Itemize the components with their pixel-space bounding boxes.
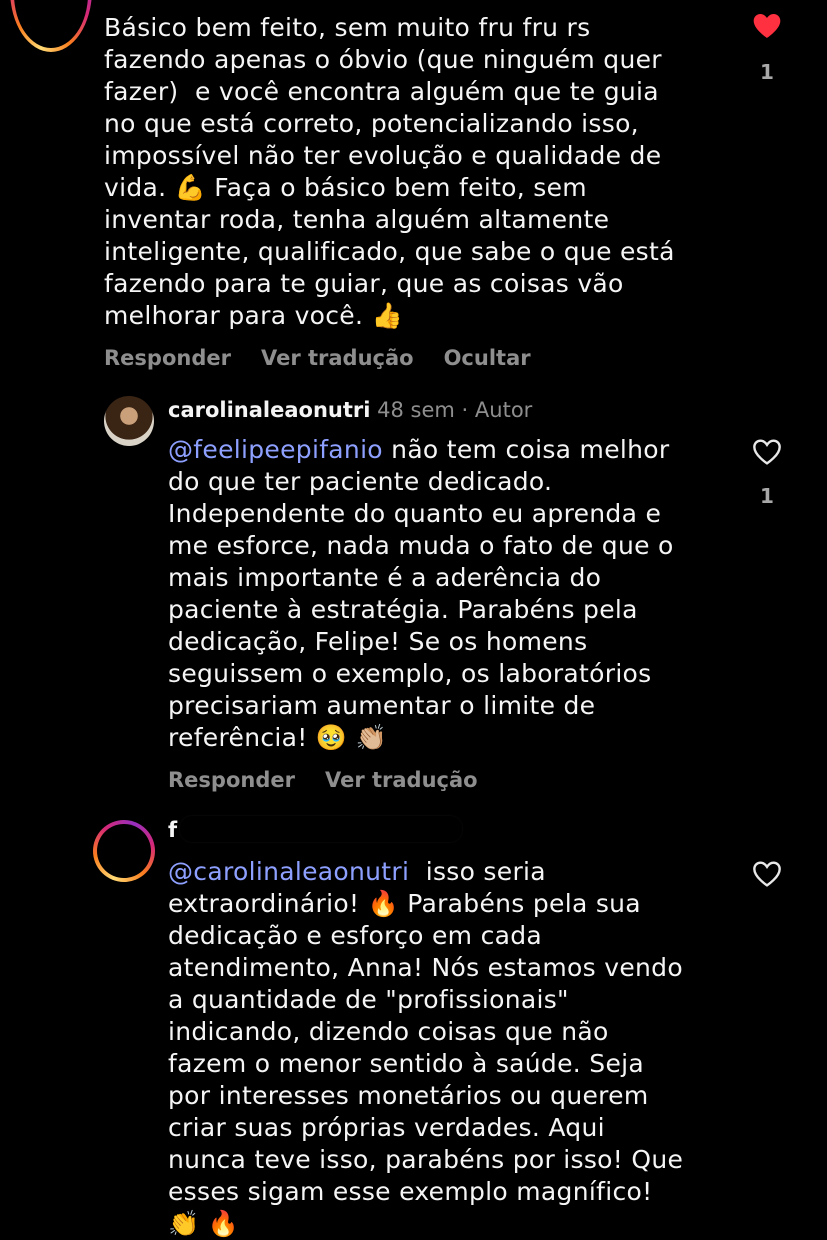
comment-2-text: @feelipeepifanio não tem coisa melhor do… [168, 434, 728, 754]
translate-button[interactable]: Ver tradução [261, 346, 414, 370]
redaction-bar [180, 816, 462, 842]
author-badge: Autor [474, 398, 533, 422]
comment-2-like-count: 1 [760, 484, 774, 508]
heart-outline-icon[interactable] [750, 436, 784, 468]
comment-2-mention[interactable]: @feelipeepifanio [168, 435, 383, 464]
comment-3-avatar[interactable] [93, 820, 155, 882]
comment-1-like-count: 1 [760, 60, 774, 84]
comment-1-avatar[interactable] [10, 0, 92, 52]
hide-button[interactable]: Ocultar [444, 346, 531, 370]
comment-1-text: Básico bem feito, sem muito fru fru rs f… [104, 13, 675, 330]
comment-3-meta: f [168, 818, 177, 842]
comment-2-username[interactable]: carolinaleaonutri [168, 398, 370, 422]
comment-3-text: @carolinaleaonutri isso seria extraordin… [168, 856, 728, 1240]
reply-button[interactable]: Responder [104, 346, 231, 370]
comment-2-avatar[interactable] [104, 396, 154, 446]
comment-1-actions: Responder Ver tradução Ocultar [104, 346, 561, 370]
comment-2-body: não tem coisa melhor do que ter paciente… [168, 435, 674, 752]
reply-button[interactable]: Responder [168, 768, 295, 792]
comment-3-body: isso seria extraordinário! 🔥 Parabéns pe… [168, 857, 684, 1238]
comment-3-username[interactable]: f [168, 818, 177, 842]
heart-filled-icon[interactable] [750, 10, 784, 42]
comment-2-time: 48 sem [377, 398, 455, 422]
heart-outline-icon[interactable] [750, 858, 784, 890]
comment-2-meta: carolinaleaonutri 48 sem · Autor [168, 398, 532, 422]
meta-separator: · [461, 398, 469, 422]
translate-button[interactable]: Ver tradução [325, 768, 478, 792]
comment-3-mention[interactable]: @carolinaleaonutri [168, 857, 409, 886]
comment-2-actions: Responder Ver tradução [168, 768, 508, 792]
